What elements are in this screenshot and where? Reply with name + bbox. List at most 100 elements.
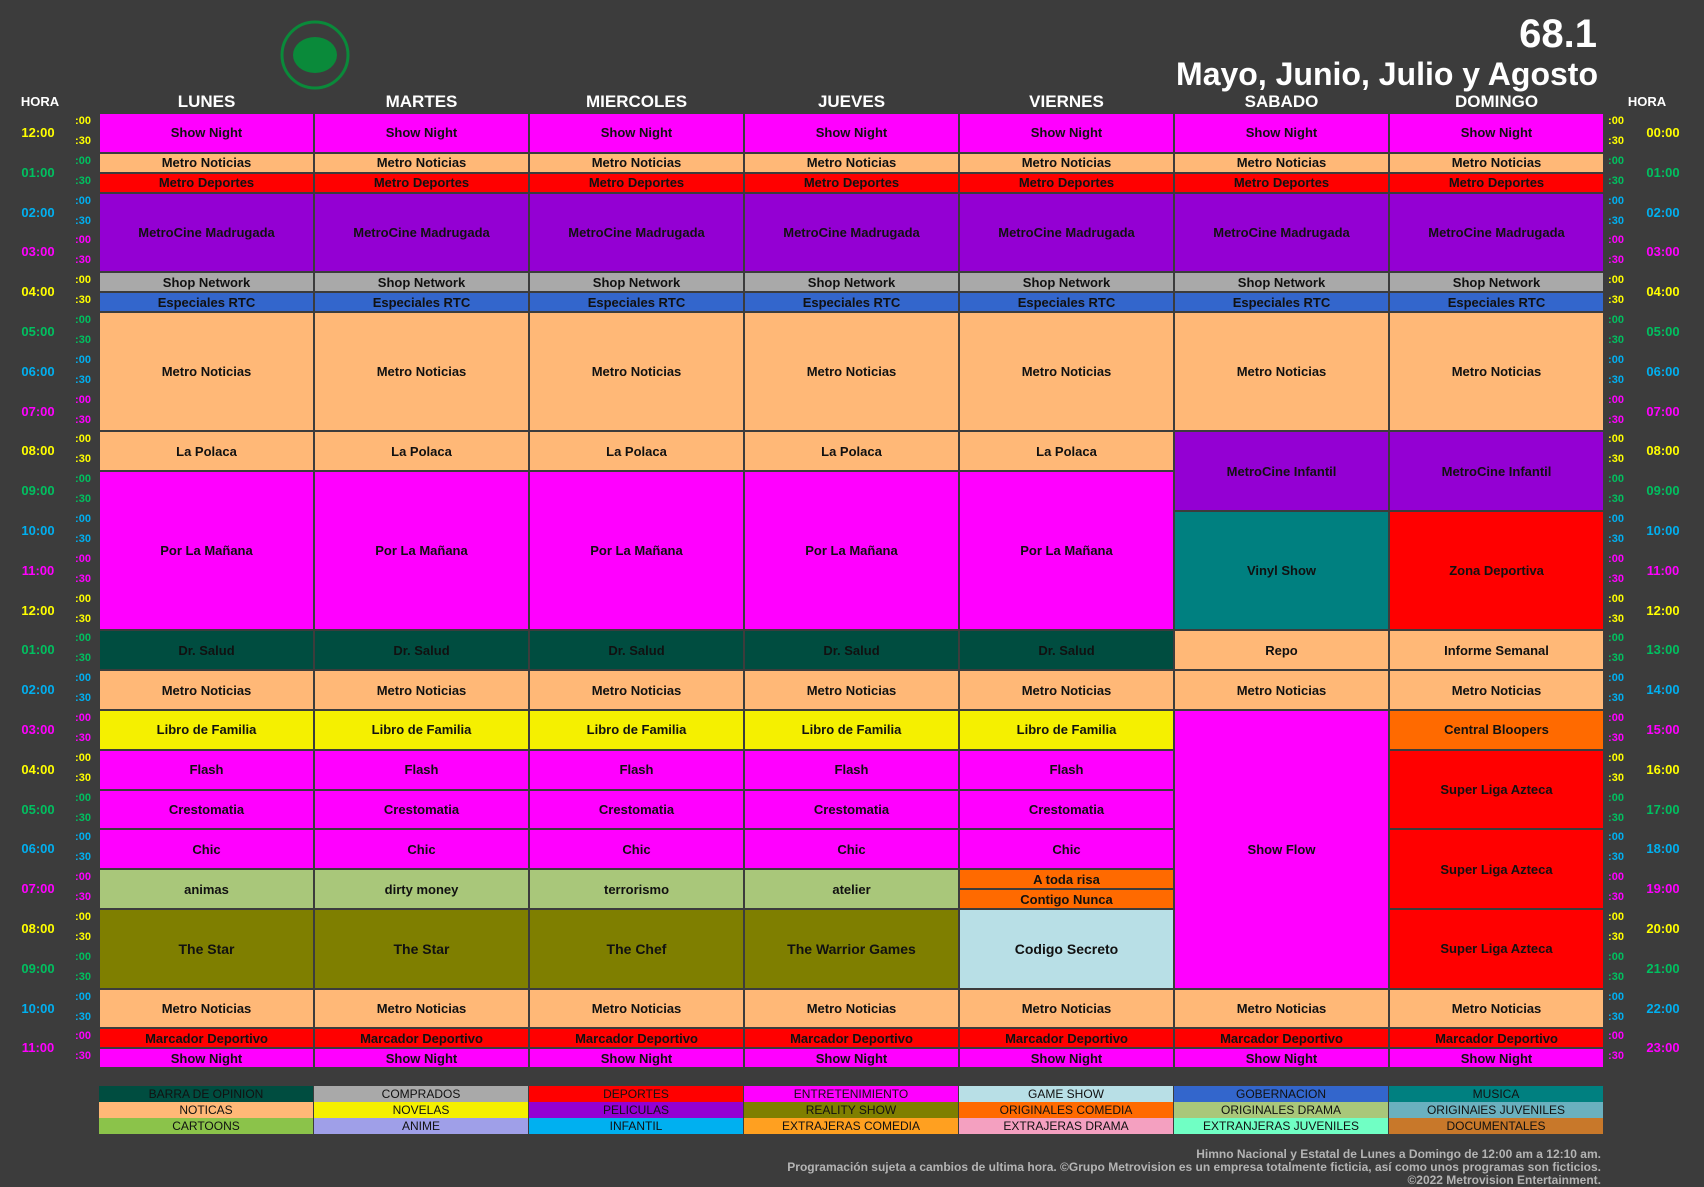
program-cell[interactable]: Metro Noticias	[314, 670, 529, 710]
program-cell[interactable]: Especiales RTC	[529, 292, 744, 312]
program-cell[interactable]: Dr. Salud	[314, 630, 529, 671]
program-cell[interactable]: La Polaca	[744, 431, 959, 472]
program-cell[interactable]: Flash	[959, 749, 1174, 790]
program-cell[interactable]: Shop Network	[1174, 272, 1389, 293]
program-cell[interactable]: Metro Noticias	[1389, 670, 1604, 710]
program-cell[interactable]: Dr. Salud	[99, 630, 314, 671]
program-cell[interactable]: Especiales RTC	[1389, 292, 1604, 312]
program-cell[interactable]: MetroCine Madrugada	[744, 192, 959, 273]
program-cell[interactable]: Por La Mañana	[744, 471, 959, 631]
program-cell[interactable]: Chic	[529, 829, 744, 870]
program-cell[interactable]: Metro Noticias	[959, 152, 1174, 173]
program-cell[interactable]: Show Night	[744, 1048, 959, 1069]
program-cell[interactable]: MetroCine Madrugada	[1174, 192, 1389, 273]
program-cell[interactable]: Chic	[314, 829, 529, 870]
program-cell[interactable]: Por La Mañana	[529, 471, 744, 631]
program-cell[interactable]: Metro Noticias	[99, 670, 314, 710]
program-cell[interactable]: La Polaca	[99, 431, 314, 472]
program-cell[interactable]: Codigo Secreto	[959, 909, 1174, 989]
program-cell[interactable]: Show Night	[1174, 113, 1389, 153]
program-cell[interactable]: Metro Deportes	[959, 172, 1174, 193]
program-cell[interactable]: Marcador Deportivo	[1389, 1028, 1604, 1049]
program-cell[interactable]: Marcador Deportivo	[1174, 1028, 1389, 1049]
program-cell[interactable]: Shop Network	[744, 272, 959, 293]
program-cell[interactable]: Flash	[99, 749, 314, 790]
program-cell[interactable]: Chic	[959, 829, 1174, 870]
program-cell[interactable]: Metro Noticias	[529, 988, 744, 1029]
program-cell[interactable]: Metro Noticias	[529, 670, 744, 710]
program-cell[interactable]: Metro Noticias	[99, 152, 314, 173]
program-cell[interactable]: Dr. Salud	[744, 630, 959, 671]
program-cell[interactable]: Show Night	[529, 113, 744, 153]
program-cell[interactable]: Shop Network	[529, 272, 744, 293]
program-cell[interactable]: animas	[99, 869, 314, 909]
program-cell[interactable]: Metro Noticias	[99, 312, 314, 432]
program-cell[interactable]: Libro de Familia	[744, 710, 959, 750]
program-cell[interactable]: Marcador Deportivo	[529, 1028, 744, 1049]
program-cell[interactable]: Metro Noticias	[529, 312, 744, 432]
program-cell[interactable]: Vinyl Show	[1174, 511, 1389, 631]
program-cell[interactable]: Metro Deportes	[744, 172, 959, 193]
program-cell[interactable]: Libro de Familia	[959, 710, 1174, 750]
program-cell[interactable]: Dr. Salud	[959, 630, 1174, 671]
program-cell[interactable]: Libro de Familia	[314, 710, 529, 750]
program-cell[interactable]: Metro Noticias	[1389, 312, 1604, 432]
program-cell[interactable]: MetroCine Madrugada	[1389, 192, 1604, 273]
program-cell[interactable]: Libro de Familia	[529, 710, 744, 750]
program-cell[interactable]: Metro Noticias	[1174, 312, 1389, 432]
program-cell[interactable]: Por La Mañana	[314, 471, 529, 631]
program-cell[interactable]: Super Liga Azteca	[1389, 829, 1604, 909]
program-cell[interactable]: La Polaca	[529, 431, 744, 472]
program-cell[interactable]: MetroCine Infantil	[1174, 431, 1389, 511]
program-cell[interactable]: MetroCine Madrugada	[529, 192, 744, 273]
program-cell[interactable]: Flash	[529, 749, 744, 790]
program-cell[interactable]: Zona Deportiva	[1389, 511, 1604, 631]
program-cell[interactable]: Central Bloopers	[1389, 710, 1604, 750]
program-cell[interactable]: Metro Noticias	[1174, 152, 1389, 173]
program-cell[interactable]: Metro Noticias	[744, 152, 959, 173]
program-cell[interactable]: Especiales RTC	[314, 292, 529, 312]
program-cell[interactable]: La Polaca	[314, 431, 529, 472]
program-cell[interactable]: La Polaca	[959, 431, 1174, 472]
program-cell[interactable]: Metro Noticias	[744, 988, 959, 1029]
program-cell[interactable]: Chic	[744, 829, 959, 870]
program-cell[interactable]: Marcador Deportivo	[744, 1028, 959, 1049]
program-cell[interactable]: Crestomatia	[959, 789, 1174, 830]
program-cell[interactable]: dirty money	[314, 869, 529, 909]
program-cell[interactable]: Informe Semanal	[1389, 630, 1604, 671]
program-cell[interactable]: Shop Network	[99, 272, 314, 293]
program-cell[interactable]: Metro Noticias	[314, 152, 529, 173]
program-cell[interactable]: Metro Deportes	[529, 172, 744, 193]
program-cell[interactable]: Show Night	[529, 1048, 744, 1069]
program-cell[interactable]: Metro Deportes	[314, 172, 529, 193]
program-cell[interactable]: The Star	[314, 909, 529, 989]
program-cell[interactable]: Especiales RTC	[959, 292, 1174, 312]
program-cell[interactable]: Shop Network	[959, 272, 1174, 293]
program-cell[interactable]: Show Night	[959, 1048, 1174, 1069]
program-cell[interactable]: Libro de Familia	[99, 710, 314, 750]
program-cell[interactable]: Metro Noticias	[1389, 152, 1604, 173]
program-cell[interactable]: The Star	[99, 909, 314, 989]
program-cell[interactable]: Flash	[314, 749, 529, 790]
program-cell[interactable]: Metro Noticias	[314, 988, 529, 1029]
program-cell[interactable]: Show Night	[1389, 113, 1604, 153]
program-cell[interactable]: Especiales RTC	[1174, 292, 1389, 312]
program-cell[interactable]: Metro Noticias	[1389, 988, 1604, 1029]
program-cell[interactable]: Crestomatia	[314, 789, 529, 830]
program-cell[interactable]: MetroCine Madrugada	[959, 192, 1174, 273]
program-cell[interactable]: Crestomatia	[744, 789, 959, 830]
program-cell[interactable]: Show Night	[99, 1048, 314, 1069]
program-cell[interactable]: Metro Noticias	[959, 988, 1174, 1029]
program-cell[interactable]: Show Night	[314, 1048, 529, 1069]
program-cell[interactable]: Metro Noticias	[959, 312, 1174, 432]
program-cell[interactable]: Por La Mañana	[959, 471, 1174, 631]
program-cell[interactable]: Metro Noticias	[744, 670, 959, 710]
program-cell[interactable]: Marcador Deportivo	[314, 1028, 529, 1049]
program-cell[interactable]: Crestomatia	[529, 789, 744, 830]
program-cell[interactable]: Metro Noticias	[99, 988, 314, 1029]
program-cell[interactable]: atelier	[744, 869, 959, 909]
program-cell[interactable]: Por La Mañana	[99, 471, 314, 631]
program-cell[interactable]: Show Night	[744, 113, 959, 153]
program-cell[interactable]: A toda risa	[959, 869, 1174, 890]
program-cell[interactable]: Dr. Salud	[529, 630, 744, 671]
